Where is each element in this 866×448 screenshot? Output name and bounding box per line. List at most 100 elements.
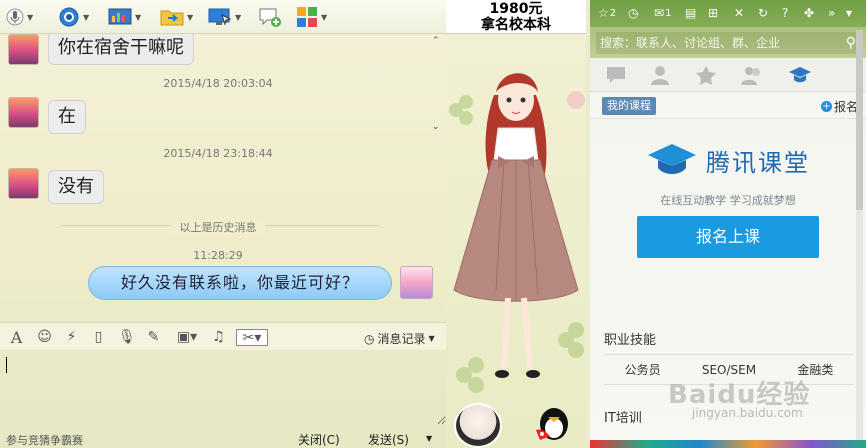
presentation-icon [108, 8, 132, 25]
graduation-cap-icon [648, 144, 696, 174]
edit-icon[interactable]: ✎ [145, 329, 162, 346]
gif-icon[interactable]: ▯ [90, 329, 107, 346]
send-options-icon[interactable]: ▼ [426, 434, 432, 443]
remote-desktop-button[interactable]: ▼ [108, 5, 141, 29]
tab-messages[interactable] [602, 63, 630, 87]
slogan: 在线互动教学 学习成就梦想 [660, 194, 796, 207]
gift-icon[interactable]: ⊞ [708, 4, 718, 22]
chevron-down-icon: ▼ [135, 12, 142, 22]
dropdown-icon[interactable]: ▾ [846, 4, 852, 22]
chat-history[interactable]: 你在宿舍干嘛呢 ⌃ 2015/4/18 20:03:04 在 ⌄ 2015/4/… [0, 34, 446, 320]
chat-toolbar: ▼ ▼ ▼ ▼ ▼ ▼ [0, 0, 446, 34]
category-civil-servant[interactable]: 公务员 [625, 357, 661, 383]
message-timestamp: 2015/4/18 20:03:04 [163, 77, 273, 90]
enroll-course-button[interactable]: 报名上课 [637, 216, 819, 258]
tencent-classroom-logo: 腾讯课堂 [590, 138, 866, 182]
history-divider: 以上是历史消息 [0, 219, 436, 235]
side-banner: 1980元 拿名校本科 [446, 0, 586, 448]
contact-profile-avatar[interactable] [454, 403, 502, 448]
star-icon[interactable]: ☆ 2 [598, 4, 616, 22]
banner-ad-line1: 1980元 [489, 1, 543, 17]
app-icons-strip[interactable] [590, 440, 866, 448]
contact-avatar[interactable] [8, 168, 39, 199]
banner-ad[interactable]: 1980元 拿名校本科 [446, 0, 586, 34]
star-icon [696, 66, 716, 85]
history-icon[interactable]: ◷ [628, 4, 638, 22]
send-file-button[interactable]: ▼ [160, 5, 193, 29]
tab-classroom[interactable] [786, 63, 814, 87]
enroll-link[interactable]: + 报名 [820, 98, 858, 115]
panel-tabs [590, 58, 866, 92]
message-input[interactable] [0, 351, 446, 425]
panel-top-bar: ☆ 2 ◷ ✉ 1 ▤ ⊞ ✕ ↻ ? ✤ » ▾ [590, 0, 866, 27]
input-toolbar: A ☺ ⚡ ▯ 🎙 ✎ ▣▾ ♫ ✂▾ ◷ 消息记录 ▼ [0, 322, 446, 350]
message-timestamp: 2015/4/18 23:18:44 [163, 147, 273, 160]
image-icon[interactable]: ▣▾ [172, 329, 202, 346]
person-icon [651, 66, 669, 85]
contact-search[interactable]: 搜索：联系人、讨论组、群、企业 ⚲ [596, 32, 860, 54]
message-record-button[interactable]: ◷ 消息记录 ▼ [364, 330, 435, 347]
scroll-down-icon[interactable]: ⌄ [432, 122, 440, 132]
course-subbar: 我的课程 + 报名 [590, 93, 866, 119]
message-record-label: 消息记录 [377, 332, 426, 346]
monitor-icon [208, 8, 232, 26]
girl-illustration [449, 73, 585, 393]
chevron-down-icon: ▼ [27, 12, 34, 22]
chat-add-icon [259, 8, 281, 27]
mail-icon[interactable]: ✉ 1 [654, 4, 671, 22]
panel-scrollbar[interactable] [855, 30, 864, 448]
voice-call-button[interactable]: ▼ [6, 5, 33, 29]
section-career-skills: 职业技能 [604, 333, 657, 348]
shake-icon[interactable]: ⚡ [63, 329, 80, 346]
microphone-icon [6, 8, 24, 26]
history-divider-text: 以上是历史消息 [171, 221, 265, 234]
star-count: 2 [609, 7, 617, 19]
scroll-up-icon[interactable]: ⌃ [432, 36, 440, 46]
plus-icon: + [820, 101, 832, 112]
chat-window: ▼ ▼ ▼ ▼ ▼ ▼ 你在宿舍干嘛呢 ⌃ 2015/4/18 20:03:04… [0, 0, 446, 448]
my-course-tag[interactable]: 我的课程 [602, 97, 656, 115]
banner-ad-line2: 拿名校本科 [481, 17, 551, 33]
voice-message-icon[interactable]: 🎙 [118, 329, 136, 346]
close-button[interactable]: 关闭(C) [298, 431, 340, 448]
tab-favorites[interactable] [692, 63, 720, 87]
screen-share-button[interactable]: ▼ [208, 5, 241, 29]
qq-penguin-icon[interactable] [530, 404, 574, 442]
tab-groups[interactable] [738, 63, 766, 87]
clock-icon: ◷ [364, 331, 375, 346]
tools-icon[interactable]: ✕ [734, 4, 744, 22]
wallet-icon[interactable]: ▤ [685, 4, 696, 22]
chat-bottom-bar: 参与竞猜争霸赛 关闭(C) 发送(S) ▼ [0, 425, 446, 448]
my-avatar[interactable] [400, 266, 433, 299]
chevron-down-icon: ▼ [321, 12, 328, 22]
watermark-url: jingyan.baidu.com [692, 406, 803, 420]
received-message: 你在宿舍干嘛呢 [48, 34, 194, 65]
more-icon[interactable]: » [828, 4, 835, 22]
brand-name: 腾讯课堂 [706, 148, 810, 177]
text-cursor [6, 357, 7, 373]
help-icon[interactable]: ? [782, 4, 788, 22]
message-icon [607, 67, 625, 83]
ad-link[interactable]: 参与竞猜争霸赛 [6, 432, 83, 448]
video-call-button[interactable]: ▼ [58, 5, 89, 29]
music-icon[interactable]: ♫ [210, 329, 227, 346]
graduation-cap-icon [789, 67, 811, 83]
contact-avatar[interactable] [8, 34, 39, 65]
received-message: 没有 [48, 170, 104, 204]
current-timestamp: 11:28:29 [193, 249, 243, 262]
folder-icon [160, 10, 184, 26]
font-icon[interactable]: A [8, 329, 25, 346]
apps-button[interactable]: ▼ [296, 5, 327, 29]
contact-avatar[interactable] [8, 97, 39, 128]
apps-grid-icon [297, 7, 317, 27]
emoji-icon[interactable]: ☺ [36, 329, 53, 346]
create-discussion-button[interactable] [258, 5, 282, 29]
tab-contacts[interactable] [646, 63, 674, 87]
chevron-down-icon: ▼ [235, 12, 242, 22]
clover-icon: ✤ [804, 6, 815, 20]
send-button[interactable]: 发送(S) [368, 431, 409, 448]
refresh-icon[interactable]: ↻ [758, 4, 768, 22]
mail-count: 1 [665, 7, 672, 19]
sent-message: 好久没有联系啦，你最近可好？ [88, 266, 392, 300]
screenshot-scissors-icon[interactable]: ✂▾ [236, 329, 268, 346]
